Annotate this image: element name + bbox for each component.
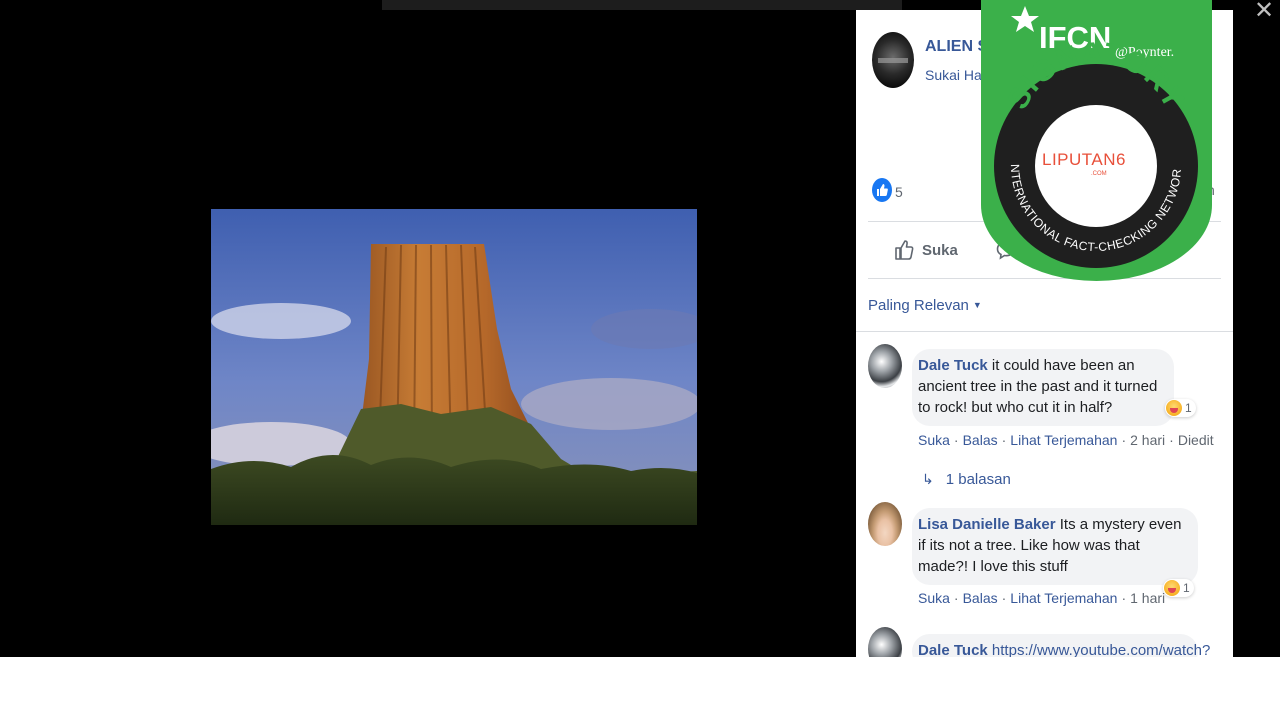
like-count[interactable]: 5 xyxy=(895,184,903,200)
comment-reply-link[interactable]: Balas xyxy=(963,432,998,448)
chevron-down-icon: ▼ xyxy=(972,300,982,310)
liputan6-logo-text: LIPUTAN6 xyxy=(1042,150,1126,169)
replies-label: 1 balasan xyxy=(945,471,1011,488)
reaction-count: 1 xyxy=(1183,581,1190,595)
like-button[interactable]: Suka xyxy=(894,234,958,266)
ifcn-signatory-badge: IFCN @Poynter. SIGNATORY INTERNATIONAL F… xyxy=(981,0,1212,281)
comment-actions: Suka · Balas · Lihat Terjemahan · 1 hari xyxy=(918,590,1166,606)
comment-author[interactable]: Dale Tuck xyxy=(918,357,988,374)
comment-reply-link[interactable]: Balas xyxy=(963,590,998,606)
comment-link[interactable]: https://www.youtube.com/watch? xyxy=(992,642,1210,657)
comment-avatar[interactable] xyxy=(868,502,902,546)
comment-bubble: Dale Tuck https://www.youtube.com/watch? xyxy=(912,634,1210,657)
comment-like-link[interactable]: Suka xyxy=(918,590,950,606)
thumbs-up-icon xyxy=(895,240,914,260)
comment-actions: Suka · Balas · Lihat Terjemahan · 2 hari · Diedi… xyxy=(918,432,1214,448)
comment-reaction-badge[interactable]: 1 xyxy=(1165,399,1196,417)
edited-label[interactable]: Diedit xyxy=(1178,432,1214,448)
haha-reaction-icon xyxy=(1166,400,1182,416)
page-avatar[interactable] xyxy=(872,32,914,88)
comment-bubble: Dale Tuck it could have been an ancient … xyxy=(912,349,1174,426)
top-caption-bar xyxy=(382,0,902,10)
reply-arrow-icon: ↳ xyxy=(922,471,934,487)
see-translation-link[interactable]: Lihat Terjemahan xyxy=(1010,432,1117,448)
haha-reaction-icon xyxy=(1164,580,1180,596)
comment-time[interactable]: 2 hari xyxy=(1130,432,1165,448)
comment-like-link[interactable]: Suka xyxy=(918,432,950,448)
comment-author[interactable]: Dale Tuck xyxy=(918,642,988,657)
comment-reaction-badge[interactable]: 1 xyxy=(1163,579,1194,597)
page-name-link[interactable]: ALIEN S xyxy=(925,38,988,56)
comment-author[interactable]: Lisa Danielle Baker xyxy=(918,516,1056,533)
comment-avatar[interactable] xyxy=(868,344,902,388)
like-reaction-icon[interactable] xyxy=(872,178,892,202)
divider xyxy=(856,331,1233,332)
sort-label: Paling Relevan xyxy=(868,297,969,314)
liputan6-suffix: .COM xyxy=(1091,171,1107,177)
close-icon[interactable]: ✕ xyxy=(1252,0,1276,24)
bottom-strip xyxy=(0,657,1280,720)
comment-sort-dropdown[interactable]: Paling Relevan ▼ xyxy=(868,297,982,314)
comment-avatar[interactable] xyxy=(868,627,902,657)
comment-time[interactable]: 1 hari xyxy=(1130,590,1165,606)
see-translation-link[interactable]: Lihat Terjemahan xyxy=(1010,590,1117,606)
like-button-label: Suka xyxy=(922,241,958,259)
post-photo[interactable] xyxy=(211,209,697,525)
comment-bubble: Lisa Danielle Baker Its a mystery even i… xyxy=(912,508,1198,585)
view-replies-link[interactable]: ↳ 1 balasan xyxy=(922,471,1011,488)
devils-tower-image xyxy=(211,209,697,525)
reaction-count: 1 xyxy=(1185,401,1192,415)
